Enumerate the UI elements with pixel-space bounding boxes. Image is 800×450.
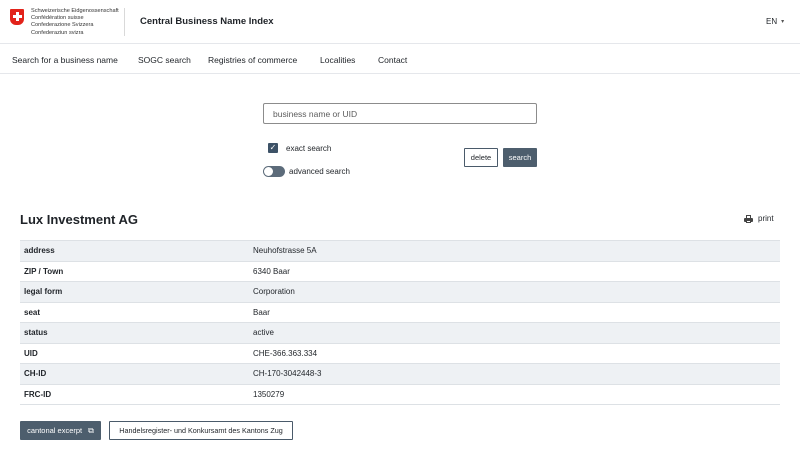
table-row: ZIP / Town 6340 Baar: [20, 261, 780, 282]
swiss-flag-icon: [10, 9, 24, 25]
row-label: FRC-ID: [24, 389, 52, 399]
confederation-line-rm: Confederaziun svizra: [31, 29, 84, 36]
table-row: legal form Corporation: [20, 281, 780, 302]
table-row: address Neuhofstrasse 5A: [20, 240, 780, 261]
nav-item-contact[interactable]: Contact: [378, 55, 407, 65]
print-label: print: [758, 214, 774, 223]
table-row: FRC-ID 1350279: [20, 384, 780, 405]
row-label: UID: [24, 348, 38, 358]
row-value: 6340 Baar: [253, 266, 290, 276]
external-link-icon: ⧉: [88, 425, 94, 435]
nav-item-search-business-name[interactable]: Search for a business name: [12, 55, 118, 65]
confederation-line-de: Schweizerische Eidgenossenschaft: [31, 8, 119, 14]
exact-search-option[interactable]: ✓ exact search: [268, 143, 331, 153]
confederation-text: Schweizerische Eidgenossenschaft Confédé…: [31, 8, 119, 37]
registry-office-button[interactable]: Handelsregister- und Konkursamt des Kant…: [109, 421, 293, 440]
language-selector[interactable]: EN ▾: [766, 17, 784, 26]
row-value: 1350279: [253, 389, 285, 399]
table-row: UID CHE-366.363.334: [20, 343, 780, 364]
company-details-table: address Neuhofstrasse 5A ZIP / Town 6340…: [20, 240, 780, 405]
row-label: legal form: [24, 287, 63, 297]
exact-search-checkbox[interactable]: ✓: [268, 143, 278, 153]
nav-item-sogc-search[interactable]: SOGC search: [138, 55, 191, 65]
row-value: CH-170-3042448-3: [253, 369, 322, 379]
exact-search-label: exact search: [286, 143, 332, 153]
chevron-down-icon: ▾: [781, 19, 785, 25]
advanced-search-toggle[interactable]: [263, 166, 285, 177]
cantonal-excerpt-button[interactable]: cantonal excerpt ⧉: [20, 421, 101, 440]
nav-item-registries-of-commerce[interactable]: Registries of commerce: [208, 55, 297, 65]
cantonal-excerpt-label: cantonal excerpt: [27, 426, 83, 435]
row-label: address: [24, 246, 55, 256]
delete-button[interactable]: delete: [464, 148, 498, 167]
row-value: Neuhofstrasse 5A: [253, 246, 317, 256]
row-label: ZIP / Town: [24, 266, 64, 276]
table-row: CH-ID CH-170-3042448-3: [20, 363, 780, 384]
header-divider: [124, 8, 125, 36]
site-title[interactable]: Central Business Name Index: [140, 16, 274, 27]
confederation-logo[interactable]: Schweizerische Eidgenossenschaft Confédé…: [10, 8, 119, 37]
row-label: CH-ID: [24, 369, 47, 379]
row-value: Baar: [253, 307, 270, 317]
search-input[interactable]: [263, 103, 537, 124]
table-row: status active: [20, 322, 780, 343]
row-value: CHE-366.363.334: [253, 348, 318, 358]
main-nav: Search for a business name SOGC search R…: [0, 44, 800, 74]
row-label: status: [24, 328, 48, 338]
search-button[interactable]: search: [503, 148, 537, 167]
row-value: Corporation: [253, 287, 295, 297]
site-header: Schweizerische Eidgenossenschaft Confédé…: [0, 0, 800, 44]
nav-item-localities[interactable]: Localities: [320, 55, 355, 65]
language-label: EN: [766, 17, 778, 26]
print-link[interactable]: print: [744, 214, 774, 223]
advanced-search-option[interactable]: advanced search: [263, 166, 350, 177]
row-label: seat: [24, 307, 41, 317]
table-row: seat Baar: [20, 302, 780, 323]
confederation-line-it: Confederazione Svizzera: [31, 22, 94, 29]
advanced-search-label: advanced search: [289, 167, 350, 176]
company-name: Lux Investment AG: [20, 212, 138, 227]
row-value: active: [253, 328, 274, 338]
confederation-line-fr: Confédération suisse: [31, 15, 84, 22]
printer-icon: [744, 214, 753, 223]
